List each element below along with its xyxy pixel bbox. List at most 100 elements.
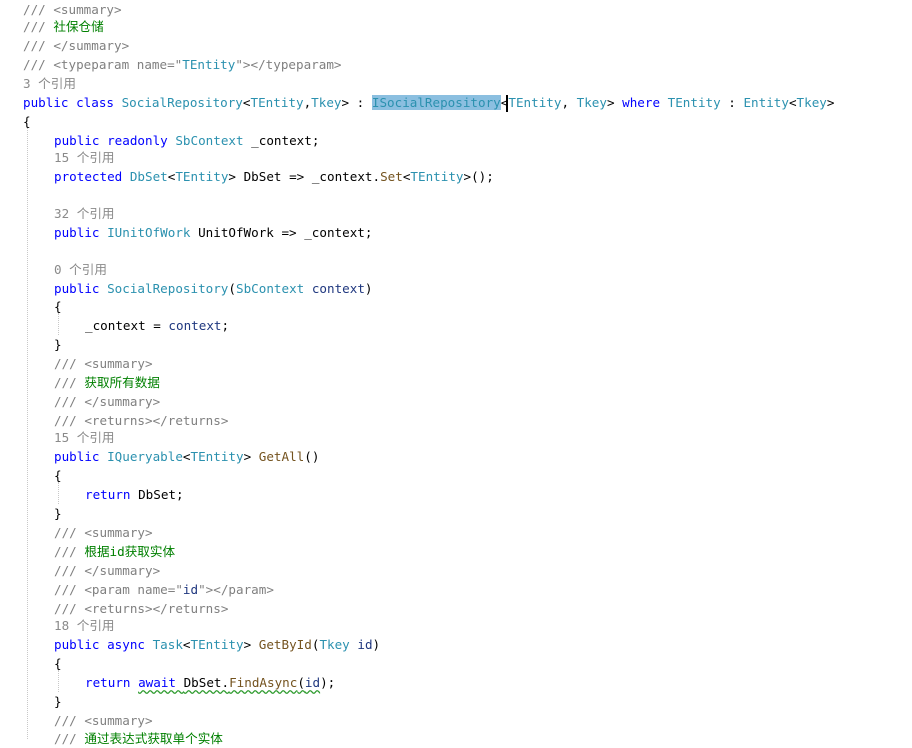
code-line: } [54, 693, 62, 711]
code-token: where [622, 95, 668, 110]
code-token: context [168, 318, 222, 333]
code-token: "></param> [198, 582, 274, 597]
code-token: 根据id获取实体 [84, 544, 176, 559]
code-token: { [54, 468, 62, 483]
code-token: >(); [463, 169, 494, 184]
code-token: Tkey [576, 95, 607, 110]
code-token: } [54, 506, 62, 521]
code-token: await [138, 675, 184, 690]
code-token: </summary> [84, 563, 161, 578]
code-token: id [357, 637, 373, 652]
code-token: /// [54, 413, 85, 428]
code-token: protected [54, 169, 130, 184]
code-token: _context = [85, 318, 169, 333]
code-token: public readonly [54, 133, 176, 148]
code-token: ( [228, 281, 236, 296]
code-token: TEntity [410, 169, 464, 184]
code-token: /// [54, 713, 85, 728]
code-token: 社保仓储 [53, 19, 104, 34]
code-line: public IUnitOfWork UnitOfWork => _contex… [54, 224, 372, 242]
code-token: /// [23, 57, 54, 72]
codelens-reference-count[interactable]: 3 个引用 [23, 77, 76, 91]
code-token: /// [54, 563, 85, 578]
code-token: id [182, 582, 199, 597]
code-token: DbSet. [183, 675, 230, 690]
code-token: { [54, 299, 62, 314]
code-token: { [54, 656, 62, 671]
code-token: </summary> [53, 38, 130, 53]
code-token: public [54, 281, 108, 296]
code-token: < [182, 637, 191, 652]
code-token: <summary> [84, 713, 153, 728]
code-token: 获取所有数据 [84, 375, 160, 390]
indent-guide [58, 313, 59, 335]
code-token: /// [54, 375, 85, 390]
code-token: public [54, 449, 108, 464]
code-token: /// [54, 544, 85, 559]
code-line: public readonly SbContext _context; [54, 132, 319, 150]
code-token: /// [54, 394, 85, 409]
code-token: IUnitOfWork [107, 225, 191, 240]
code-token: SbContext [175, 133, 244, 148]
code-token: /// [23, 19, 54, 34]
code-line: _context = context; [85, 317, 229, 335]
code-line: /// <returns></returns> [54, 600, 228, 618]
code-token: <returns></returns> [84, 601, 229, 616]
code-token: Tkey [319, 637, 350, 652]
code-line: public async Task<TEntity> GetById(Tkey … [54, 636, 380, 654]
codelens-reference-count[interactable]: 15 个引用 [54, 431, 115, 445]
code-token: UnitOfWork => _context; [190, 225, 373, 240]
code-line: { [54, 655, 62, 673]
code-token: () [304, 449, 320, 464]
code-line: /// <typeparam name="TEntity"></typepara… [23, 56, 341, 74]
code-line: /// <param name="id"></param> [54, 581, 274, 599]
code-token: TEntity [175, 169, 229, 184]
code-token: > [243, 637, 259, 652]
code-line: /// <summary> [54, 524, 153, 542]
code-token: , [561, 95, 577, 110]
code-line: /// <summary> [23, 1, 122, 19]
code-token: < [182, 449, 191, 464]
code-token: ); [320, 675, 336, 690]
code-token: TEntity [250, 95, 304, 110]
code-line: /// <summary> [54, 712, 153, 730]
code-token: "></typeparam> [235, 57, 342, 72]
code-line: /// <returns></returns> [54, 412, 228, 430]
text-caret [506, 95, 508, 112]
code-line: /// </summary> [54, 562, 160, 580]
code-token: /// [54, 582, 85, 597]
code-line: /// 根据id获取实体 [54, 543, 175, 561]
code-token: Set [380, 169, 403, 184]
code-token: { [23, 114, 31, 129]
code-token: <summary> [84, 356, 153, 371]
code-editor[interactable]: /// <summary>/// 社保仓储/// </summary>/// <… [0, 0, 912, 746]
code-token: ) [364, 281, 373, 296]
code-token: SocialRepository [107, 281, 229, 296]
code-token: < [788, 95, 797, 110]
codelens-reference-count[interactable]: 0 个引用 [54, 263, 107, 277]
code-line: /// 通过表达式获取单个实体 [54, 730, 223, 748]
code-token: TEntity [182, 57, 236, 72]
codelens-reference-count[interactable]: 15 个引用 [54, 151, 115, 165]
code-token: IQueryable [107, 449, 183, 464]
codelens-reference-count[interactable]: 18 个引用 [54, 619, 115, 633]
code-token: /// [54, 525, 85, 540]
code-line: } [54, 505, 62, 523]
code-line: } [54, 336, 62, 354]
code-token: > [243, 449, 259, 464]
code-line: public IQueryable<TEntity> GetAll() [54, 448, 319, 466]
code-token: context [311, 281, 365, 296]
code-token: GetById [258, 637, 312, 652]
code-line: /// <summary> [54, 355, 153, 373]
codelens-reference-count[interactable]: 32 个引用 [54, 207, 115, 221]
code-token: Task [152, 637, 183, 652]
code-token: public class [23, 95, 122, 110]
code-token: /// [54, 601, 85, 616]
code-line: { [54, 467, 62, 485]
code-token: DbSet [129, 169, 168, 184]
code-token: /// [23, 38, 54, 53]
code-token: } [54, 337, 62, 352]
code-token: </summary> [84, 394, 161, 409]
code-token: return [85, 487, 139, 502]
code-token: } [54, 694, 62, 709]
